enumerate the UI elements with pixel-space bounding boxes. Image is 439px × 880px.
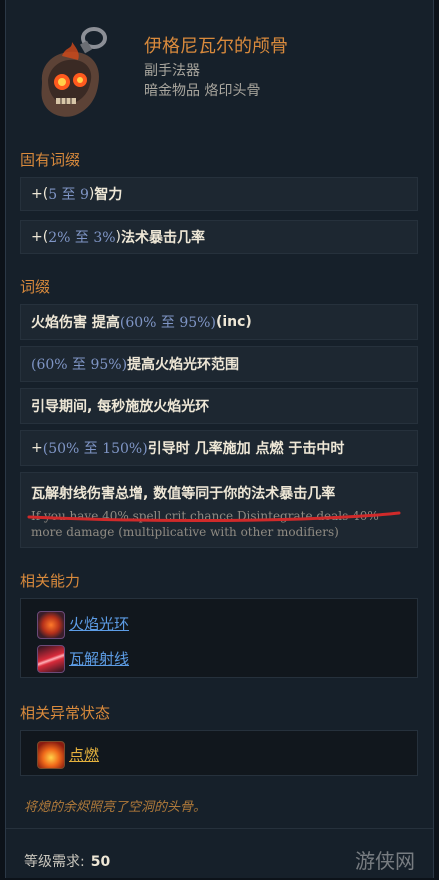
ability-link-disintegrate[interactable]: 瓦解射线 [69, 648, 129, 669]
affix-text: 引导期间, 每秒施放火焰光环 [31, 399, 210, 415]
implicit-row: +(5 至 9) 智力 [20, 177, 418, 211]
abilities-section-title: 相关能力 [20, 572, 81, 590]
requirement-value: 50 [90, 854, 111, 870]
ailments-section-title: 相关异常状态 [20, 704, 111, 722]
disintegrate-icon [37, 645, 65, 673]
affix-value: (60% 至 95%) [31, 357, 128, 373]
abilities-box: 火焰光环 瓦解射线 [20, 598, 418, 678]
divider [6, 828, 433, 829]
affix-text: 引导时 几率施加 点燃 于击中时 [147, 441, 345, 457]
red-underline-mark [27, 511, 401, 522]
implicit-stat: 法术暴击几率 [121, 230, 205, 246]
watermark: 游侠网 [355, 849, 415, 873]
affix-tail: (inc) [215, 314, 252, 330]
item-header: 伊格尼瓦尔的颅骨 副手法器 暗金物品 烙印头骨 [6, 0, 433, 135]
implicit-section-title: 固有词缀 [20, 151, 81, 169]
implicit-value: 5 至 9 [48, 187, 89, 203]
ailments-box: 点燃 [20, 730, 418, 776]
implicit-prefix: +( [31, 186, 49, 202]
skull-icon [32, 24, 116, 124]
flavor-text: 将熄的余烬照亮了空洞的头骨。 [24, 800, 207, 815]
affix-text: 火焰伤害 提高 [31, 315, 120, 331]
ailment-link-ignite[interactable]: 点燃 [69, 744, 99, 765]
affix-row: + (50% 至 150%) 引导时 几率施加 点燃 于击中时 [20, 430, 418, 466]
implicit-value: 2% 至 3% [48, 230, 116, 246]
affix-text: 提高火焰光环范围 [127, 357, 240, 373]
affix-row: 引导期间, 每秒施放火焰光环 [20, 388, 418, 424]
implicit-stat: 智力 [94, 187, 123, 203]
item-subtype: 暗金物品 烙印头骨 [144, 83, 261, 99]
ignite-icon [37, 741, 65, 769]
affix-value: (50% 至 150%) [42, 441, 148, 457]
affix-section-title: 词缀 [20, 278, 51, 296]
item-type: 副手法器 [144, 63, 200, 79]
affix-row: (60% 至 95%) 提高火焰光环范围 [20, 346, 418, 382]
affix-prefix: + [31, 440, 43, 456]
affix-row: 火焰伤害 提高 (60% 至 95%) (inc) [20, 304, 418, 340]
implicit-prefix: +( [31, 229, 49, 245]
requirement-label: 等级需求: [24, 854, 85, 870]
affix-text: 瓦解射线伤害总增, 数值等同于你的法术暴击几率 [31, 486, 336, 502]
level-requirement: 等级需求: 50 [24, 851, 110, 871]
item-tooltip-panel: 伊格尼瓦尔的颅骨 副手法器 暗金物品 烙印头骨 固有词缀 +(5 至 9) 智力… [5, 0, 434, 878]
affix-row-detailed: 瓦解射线伤害总增, 数值等同于你的法术暴击几率 If you have 40% … [20, 472, 418, 548]
affix-value: (60% 至 95%) [119, 315, 216, 331]
implicit-row: +(2% 至 3%) 法术暴击几率 [20, 220, 418, 254]
fire-aura-icon [37, 611, 65, 639]
ability-link-fire-aura[interactable]: 火焰光环 [69, 613, 129, 634]
item-title: 伊格尼瓦尔的颅骨 [144, 36, 288, 57]
